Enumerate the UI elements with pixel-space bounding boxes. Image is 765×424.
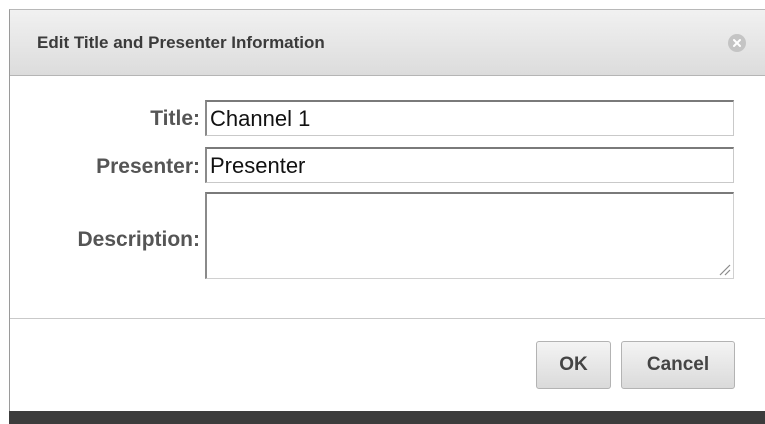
dialog-header: Edit Title and Presenter Information	[10, 10, 765, 76]
footer-divider	[10, 318, 765, 319]
title-field[interactable]	[205, 100, 734, 136]
resize-grip-icon[interactable]	[717, 262, 731, 276]
screenshot-frame: Edit Title and Presenter Information Tit…	[0, 0, 765, 424]
bottom-bar	[9, 411, 765, 424]
title-label: Title:	[150, 107, 200, 130]
ok-button[interactable]: OK	[536, 341, 611, 389]
edit-title-dialog: Edit Title and Presenter Information Tit…	[9, 9, 765, 411]
description-field[interactable]	[205, 192, 734, 279]
close-icon[interactable]	[728, 34, 746, 52]
presenter-label: Presenter:	[96, 155, 200, 178]
dialog-title: Edit Title and Presenter Information	[37, 33, 325, 52]
cancel-button[interactable]: Cancel	[621, 341, 735, 389]
presenter-field[interactable]	[205, 147, 734, 183]
description-label: Description:	[77, 228, 200, 251]
